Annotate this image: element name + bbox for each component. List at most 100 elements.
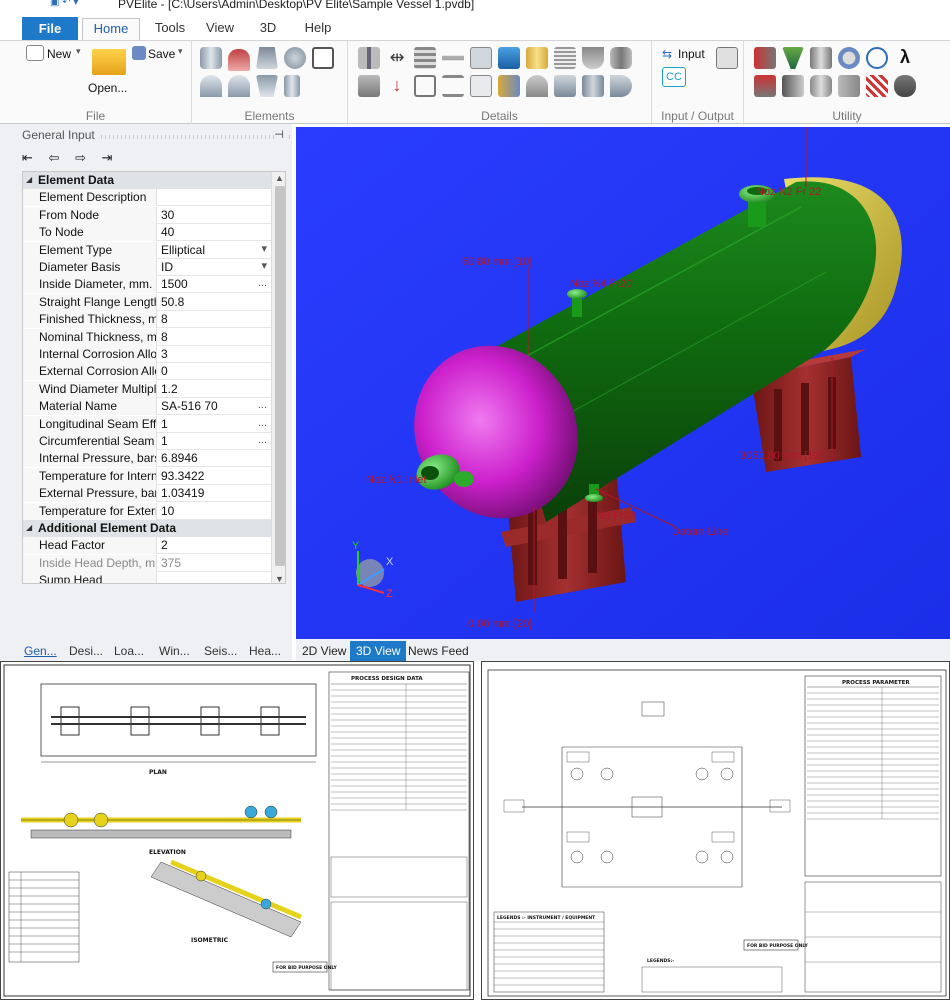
property-value[interactable]: 30	[158, 207, 271, 224]
conical-reducer-icon[interactable]	[256, 75, 278, 97]
open-folder-icon[interactable]	[92, 49, 126, 75]
property-row[interactable]: Nominal Thickness, mm 8	[23, 328, 271, 346]
property-value[interactable]: 8	[158, 329, 271, 346]
hemispherical-head-icon[interactable]	[228, 75, 250, 97]
output-icon[interactable]	[716, 47, 738, 69]
tab-heat[interactable]: Hea...	[249, 644, 281, 658]
property-row[interactable]: Diameter Basis ID ▾	[23, 259, 271, 276]
property-row[interactable]: Inside Head Depth, mm 375	[23, 554, 271, 572]
body-detail-icon[interactable]	[582, 75, 604, 97]
collapse-icon[interactable]: ◢	[26, 175, 32, 184]
dropdown-icon[interactable]: ▾	[261, 259, 267, 273]
dropdown-icon[interactable]: ▾	[261, 242, 267, 256]
property-row[interactable]: Wind Diameter Multiplier 1.2	[23, 380, 271, 398]
property-row[interactable]: Material Name SA-516 70...	[23, 398, 271, 416]
elbow-icon[interactable]	[610, 75, 632, 97]
elliptical-head-icon[interactable]	[228, 49, 250, 71]
new-icon[interactable]	[26, 45, 44, 61]
tab-seismic[interactable]: Seis...	[204, 644, 237, 658]
browse-button[interactable]: ...	[258, 398, 267, 412]
property-value[interactable]: 1.2	[158, 381, 271, 398]
lug-icon[interactable]	[610, 47, 632, 69]
property-row[interactable]: Finished Thickness, mm 8	[23, 311, 271, 329]
head-detail-icon[interactable]	[526, 75, 548, 97]
category-row[interactable]: ◢ Element Data	[23, 172, 283, 189]
column-icon[interactable]	[838, 75, 860, 97]
property-value[interactable]: 1500	[158, 276, 271, 293]
insulation-icon[interactable]	[498, 47, 520, 69]
scroll-up-icon[interactable]: ▲	[275, 173, 284, 183]
platform-icon[interactable]	[414, 47, 436, 69]
property-value[interactable]: 375	[158, 555, 271, 572]
input-arrow-icon[interactable]: ⇆	[662, 47, 674, 61]
save-dropdown-icon[interactable]: ▾	[178, 46, 183, 57]
property-value[interactable]: 6.8946	[158, 450, 271, 467]
input-button[interactable]: Input	[678, 47, 705, 61]
tab-tools[interactable]: Tools	[150, 18, 190, 40]
property-value[interactable]: 50.8	[158, 294, 271, 311]
pin-icon[interactable]: ⊣	[274, 128, 288, 141]
scroll-thumb[interactable]	[275, 186, 285, 566]
save-icon[interactable]	[132, 46, 146, 60]
tab-view[interactable]: View	[200, 18, 240, 40]
browse-button[interactable]: ...	[258, 416, 267, 430]
property-row[interactable]: External Pressure, bars 1.03419	[23, 485, 271, 503]
property-row[interactable]: Element Type Elliptical ▾	[23, 241, 271, 259]
hatch-icon[interactable]	[866, 75, 888, 97]
first-element-icon[interactable]: ⇤	[22, 150, 39, 165]
truck-icon[interactable]	[894, 75, 916, 97]
tab-design[interactable]: Desi...	[69, 644, 103, 658]
baseplate-icon[interactable]	[554, 75, 576, 97]
liquid-icon[interactable]	[442, 75, 464, 97]
material-icon[interactable]	[754, 47, 776, 69]
3d-viewport[interactable]: Noz N2 Fr 22 Noz N4 Fr20 50.80 mm [10] 3…	[296, 127, 950, 639]
rings-icon[interactable]	[470, 75, 492, 97]
property-value[interactable]: 40	[158, 224, 271, 241]
scroll-down-icon[interactable]: ▼	[275, 574, 284, 583]
property-row[interactable]: Temperature for Internal Pressure93.3422	[23, 467, 271, 485]
flange-icon[interactable]	[284, 47, 306, 69]
tab-home[interactable]: Home	[82, 18, 140, 40]
tab-news-feed[interactable]: News Feed	[402, 641, 475, 661]
property-value[interactable]: 1	[158, 416, 271, 433]
property-value[interactable]: 0	[158, 363, 271, 380]
save-button[interactable]: Save	[148, 47, 175, 61]
property-row[interactable]: Straight Flange Length 50.8	[23, 293, 271, 311]
force-moment-icon[interactable]: ↓	[386, 75, 408, 97]
nozzle-detail-icon[interactable]: ⇹	[386, 47, 408, 69]
category-row[interactable]: ◢ Additional Element Data	[23, 520, 283, 537]
lining-icon[interactable]	[526, 47, 548, 69]
property-row[interactable]: Inside Diameter, mm. 1500...	[23, 276, 271, 294]
tab-file[interactable]: File	[22, 17, 78, 40]
property-value[interactable]: 8	[158, 311, 271, 328]
stiffening-ring-icon[interactable]	[358, 47, 380, 69]
cylinder-icon[interactable]	[200, 47, 222, 69]
property-row[interactable]: Sump Head	[23, 572, 271, 583]
torispherical-head-icon[interactable]	[200, 75, 222, 97]
property-value[interactable]	[158, 189, 271, 206]
property-row[interactable]: Circumferential Seam Efficiency1...	[23, 433, 271, 450]
leg-icon[interactable]	[358, 75, 380, 97]
property-value[interactable]: 93.3422	[158, 468, 271, 485]
saddle-icon[interactable]	[442, 55, 464, 61]
tab-help[interactable]: Help	[298, 18, 338, 40]
property-row[interactable]: From Node 30	[23, 206, 271, 224]
previous-element-icon[interactable]: ⇦	[49, 150, 66, 165]
property-row[interactable]: Head Factor 2	[23, 537, 271, 555]
property-value[interactable]	[158, 572, 271, 583]
property-scrollbar[interactable]: ▲ ▼	[271, 172, 285, 583]
quick-access-icons[interactable]: ▣ ↶ ▾	[50, 0, 78, 8]
property-value[interactable]: 1.03419	[158, 485, 271, 502]
skirt-icon[interactable]	[284, 75, 300, 97]
property-value[interactable]: ID	[158, 259, 271, 276]
pipe-icon[interactable]	[810, 47, 832, 69]
clear-icon[interactable]	[754, 75, 776, 97]
weight-icon[interactable]	[470, 47, 492, 69]
property-row[interactable]: Internal Corrosion Allowance3	[23, 346, 271, 363]
tab-general[interactable]: Gen...	[24, 644, 57, 658]
tab-loads[interactable]: Loa...	[114, 644, 144, 658]
property-row[interactable]: Internal Pressure, bars 6.8946	[23, 450, 271, 468]
link-icon[interactable]	[866, 47, 888, 69]
halfpipe-icon[interactable]	[414, 75, 436, 97]
tray-icon[interactable]	[582, 47, 604, 69]
